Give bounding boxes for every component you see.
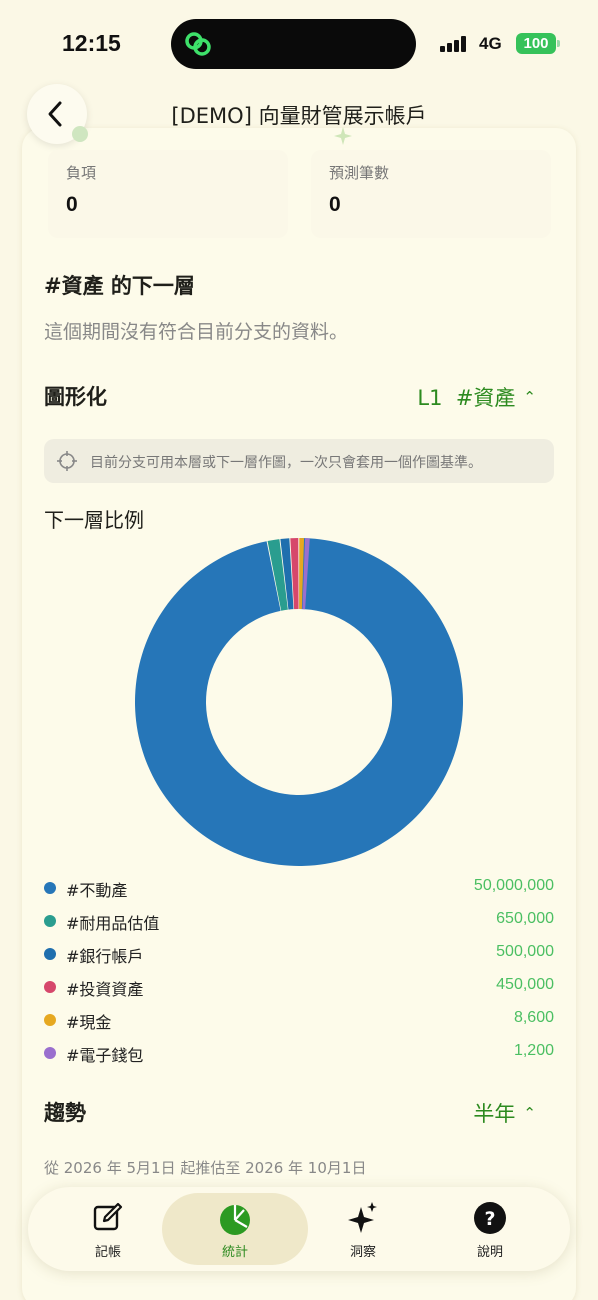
level-selector[interactable]: L1 #資產 ⌃ [417, 382, 536, 412]
period-selector[interactable]: 半年 ⌃ [473, 1098, 536, 1128]
legend-label: #投資資產 [66, 980, 144, 999]
tab-bar: 記帳 統計 洞察 ? 說明 [28, 1187, 570, 1271]
chart-legend: #不動產 50,000,000 #耐用品估值 650,000 #銀行帳戶 500,000 #… [44, 872, 554, 1070]
donut-slice [134, 538, 463, 866]
empty-message: 這個期間沒有符合目前分支的資料。 [44, 321, 349, 343]
legend-dot [44, 882, 56, 894]
legend-label: #電子錢包 [66, 1046, 144, 1065]
legend-value: 450,000 [496, 976, 554, 993]
donut-chart [134, 538, 463, 866]
stat-value: 0 [66, 193, 78, 216]
decor-dot [72, 126, 88, 142]
stat-forecast-count: 預測筆數 0 [311, 150, 551, 238]
next-layer-title: #資產 的下一層 [44, 274, 195, 298]
legend-item: #銀行帳戶 500,000 [44, 938, 554, 971]
ratio-title: 下一層比例 [44, 508, 144, 532]
nav-bar: [DEMO] 向量財管展示帳戶 [0, 84, 598, 146]
chart-section-title: 圖形化 [44, 385, 107, 409]
chevron-updown-icon: ⌃ [523, 387, 536, 406]
tab-stats[interactable]: 統計 [162, 1193, 308, 1265]
legend-value: 650,000 [496, 910, 554, 927]
trend-range: 從 2026 年 5月1日 起推估至 2026 年 10月1日 [44, 1159, 367, 1177]
legend-dot [44, 1014, 56, 1026]
dynamic-island [171, 19, 416, 69]
period-selector-label: 半年 [473, 1102, 516, 1126]
legend-label: #不動產 [66, 881, 128, 900]
legend-dot [44, 1047, 56, 1059]
tab-help[interactable]: ? 說明 [422, 1187, 558, 1271]
hint-text: 目前分支可用本層或下一層作圖，一次只會套用一個作圖基準。 [90, 455, 482, 471]
legend-value: 8,600 [513, 1009, 554, 1026]
trend-title: 趨勢 [44, 1101, 86, 1125]
tab-label: 統計 [221, 1245, 248, 1260]
tab-label: 說明 [476, 1245, 503, 1260]
legend-item: #耐用品估值 650,000 [44, 905, 554, 938]
battery-icon: 100 [516, 33, 556, 54]
tab-label: 洞察 [349, 1245, 376, 1260]
edit-icon [93, 1202, 123, 1231]
legend-label: #耐用品估值 [66, 914, 160, 933]
battery-tip [557, 40, 560, 47]
signal-icon [440, 36, 470, 52]
status-bar: 12:15 4G 100 [0, 0, 598, 90]
tab-record[interactable]: 記帳 [40, 1187, 176, 1271]
page-title: [DEMO] 向量財管展示帳戶 [171, 104, 427, 128]
help-icon: ? [474, 1202, 506, 1234]
legend-item: #現金 8,600 [44, 1004, 554, 1037]
sparkle-icon [348, 1202, 377, 1233]
chevron-updown-icon: ⌃ [523, 1103, 536, 1122]
stat-label: 預測筆數 [329, 164, 390, 182]
tab-insight[interactable]: 洞察 [295, 1187, 431, 1271]
tab-label: 記帳 [94, 1245, 121, 1260]
legend-label: #銀行帳戶 [66, 947, 144, 966]
legend-value: 1,200 [513, 1042, 554, 1059]
legend-item: #不動產 50,000,000 [44, 872, 554, 905]
legend-dot [44, 915, 56, 927]
legend-dot [44, 981, 56, 993]
stat-label: 負項 [66, 164, 97, 182]
level-selector-label: L1 #資產 [417, 386, 516, 410]
legend-dot [44, 948, 56, 960]
svg-text:?: ? [484, 1208, 495, 1230]
legend-item: #電子錢包 1,200 [44, 1037, 554, 1070]
legend-value: 50,000,000 [473, 877, 554, 894]
legend-label: #現金 [66, 1013, 112, 1032]
stat-value: 0 [329, 193, 341, 216]
hint-banner: 目前分支可用本層或下一層作圖，一次只會套用一個作圖基準。 [44, 439, 554, 483]
stat-liabilities: 負項 0 [48, 150, 288, 238]
network-label: 4G [479, 34, 502, 53]
status-time: 12:15 [62, 30, 121, 56]
crosshair-icon [57, 451, 77, 471]
pie-chart-icon [220, 1205, 250, 1235]
link-icon [185, 32, 211, 56]
legend-value: 500,000 [496, 943, 554, 960]
legend-item: #投資資產 450,000 [44, 971, 554, 1004]
sparkle-decor-icon [334, 127, 352, 145]
